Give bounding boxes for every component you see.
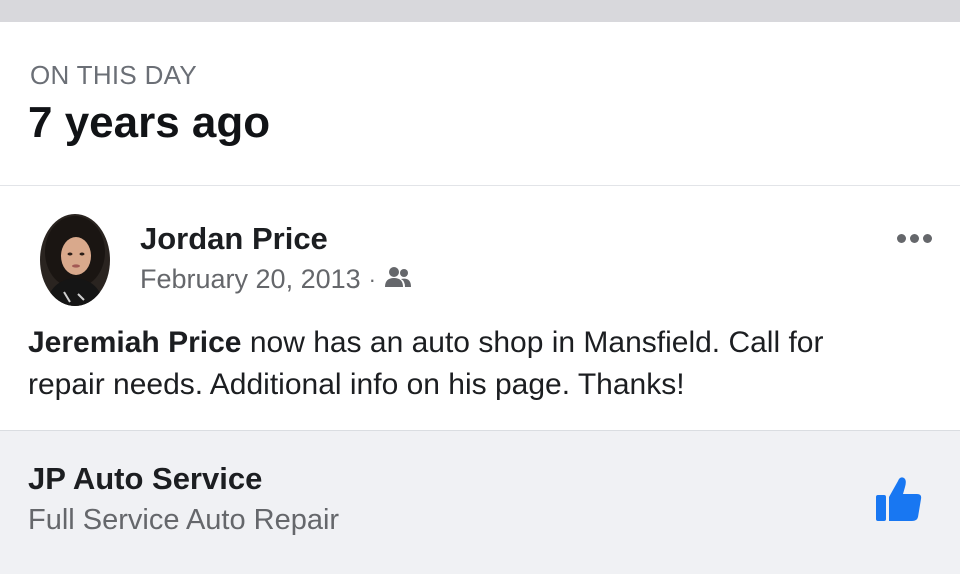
post-text: Jeremiah Price now has an auto shop in M… bbox=[28, 322, 928, 406]
thumbs-up-icon[interactable] bbox=[874, 475, 924, 523]
memory-overline: ON THIS DAY bbox=[30, 60, 198, 90]
post-text-line1: now has an auto shop in Mansfield. Call … bbox=[241, 326, 824, 359]
post: Jordan Price February 20, 2013 · Jeremia… bbox=[0, 186, 960, 430]
top-strip bbox=[0, 0, 960, 22]
meta-separator: · bbox=[368, 266, 376, 292]
link-card-subtitle: Full Service Auto Repair bbox=[28, 504, 340, 536]
memory-title: 7 years ago bbox=[28, 98, 271, 147]
post-text-line2: repair needs. Additional info on his pag… bbox=[28, 368, 685, 401]
link-card[interactable]: JP Auto Service Full Service Auto Repair bbox=[0, 430, 960, 574]
memory-header: ON THIS DAY 7 years ago bbox=[0, 22, 960, 186]
more-options-icon[interactable] bbox=[897, 234, 932, 243]
avatar[interactable] bbox=[40, 214, 110, 306]
mention-link[interactable]: Jeremiah Price bbox=[28, 326, 241, 359]
post-date[interactable]: February 20, 2013 bbox=[140, 264, 361, 295]
link-card-title[interactable]: JP Auto Service bbox=[28, 461, 262, 497]
friends-icon bbox=[384, 264, 412, 295]
post-meta: February 20, 2013 · bbox=[140, 264, 412, 295]
author-name[interactable]: Jordan Price bbox=[140, 221, 328, 257]
